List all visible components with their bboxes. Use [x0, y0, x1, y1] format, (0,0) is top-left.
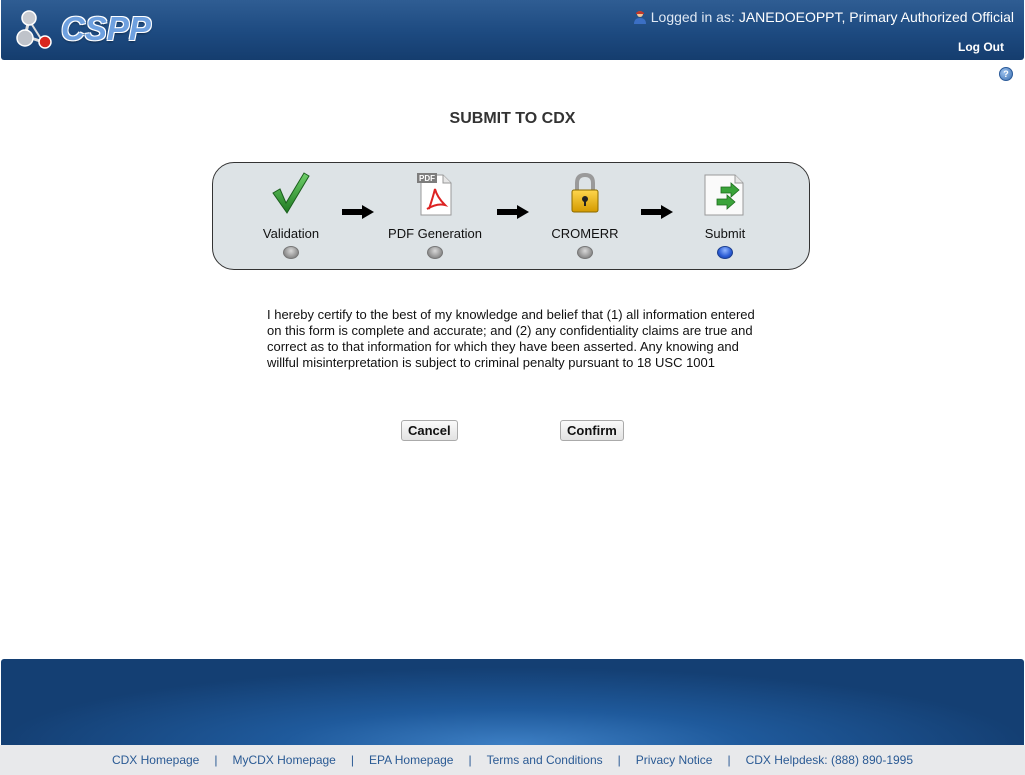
certification-statement: I hereby certify to the best of my knowl… [267, 307, 755, 370]
help-icon[interactable]: ? [999, 67, 1013, 81]
page-title: SUBMIT TO CDX [449, 110, 576, 127]
logout-link[interactable]: Log Out [958, 40, 1004, 54]
footer-separator: | [468, 753, 472, 767]
step-indicator [577, 246, 593, 259]
logo-text: CSPP [61, 10, 151, 47]
padlock-icon [571, 172, 599, 213]
app-header: CSPP Logged in as: JANEDOEOPPT, Primary … [1, 0, 1024, 60]
footer-separator: | [727, 753, 731, 767]
user-icon [633, 11, 646, 24]
molecule-logo-icon [16, 10, 52, 49]
step-indicator [283, 246, 299, 259]
submit-document-icon [704, 174, 744, 216]
step-indicator-active [717, 246, 733, 259]
step-label: CROMERR [551, 226, 619, 241]
footer-link-helpdesk[interactable]: CDX Helpdesk: (888) 890-1995 [746, 753, 913, 767]
step-indicator [427, 246, 443, 259]
footer-link-terms[interactable]: Terms and Conditions [487, 753, 603, 767]
footer-link-cdx-homepage[interactable]: CDX Homepage [112, 753, 199, 767]
step-label: Submit [704, 226, 746, 241]
step-label: PDF Generation [388, 226, 482, 241]
pdf-icon: PDF [417, 173, 452, 216]
arrow-right-icon [342, 205, 374, 219]
footer-separator: | [350, 753, 354, 767]
cancel-button[interactable]: Cancel [401, 420, 458, 441]
user-name: JANEDOEOPPT, Primary Authorized Official [738, 9, 1014, 25]
logged-in-label: Logged in as: [650, 9, 735, 25]
submission-steps: Validation PDF PDF Generation CROMERR Su… [212, 162, 810, 270]
checkmark-icon [272, 172, 310, 214]
footer-band [1, 659, 1024, 745]
footer-links: CDX Homepage | MyCDX Homepage | EPA Home… [0, 745, 1025, 775]
footer-separator: | [214, 753, 218, 767]
pdf-badge: PDF [419, 174, 435, 183]
footer-link-privacy[interactable]: Privacy Notice [636, 753, 713, 767]
footer-separator: | [617, 753, 621, 767]
footer-link-epa-homepage[interactable]: EPA Homepage [369, 753, 454, 767]
footer-link-mycdx-homepage[interactable]: MyCDX Homepage [232, 753, 335, 767]
confirm-button[interactable]: Confirm [560, 420, 624, 441]
user-info: Logged in as: JANEDOEOPPT, Primary Autho… [633, 9, 1014, 25]
step-label: Validation [262, 226, 320, 241]
